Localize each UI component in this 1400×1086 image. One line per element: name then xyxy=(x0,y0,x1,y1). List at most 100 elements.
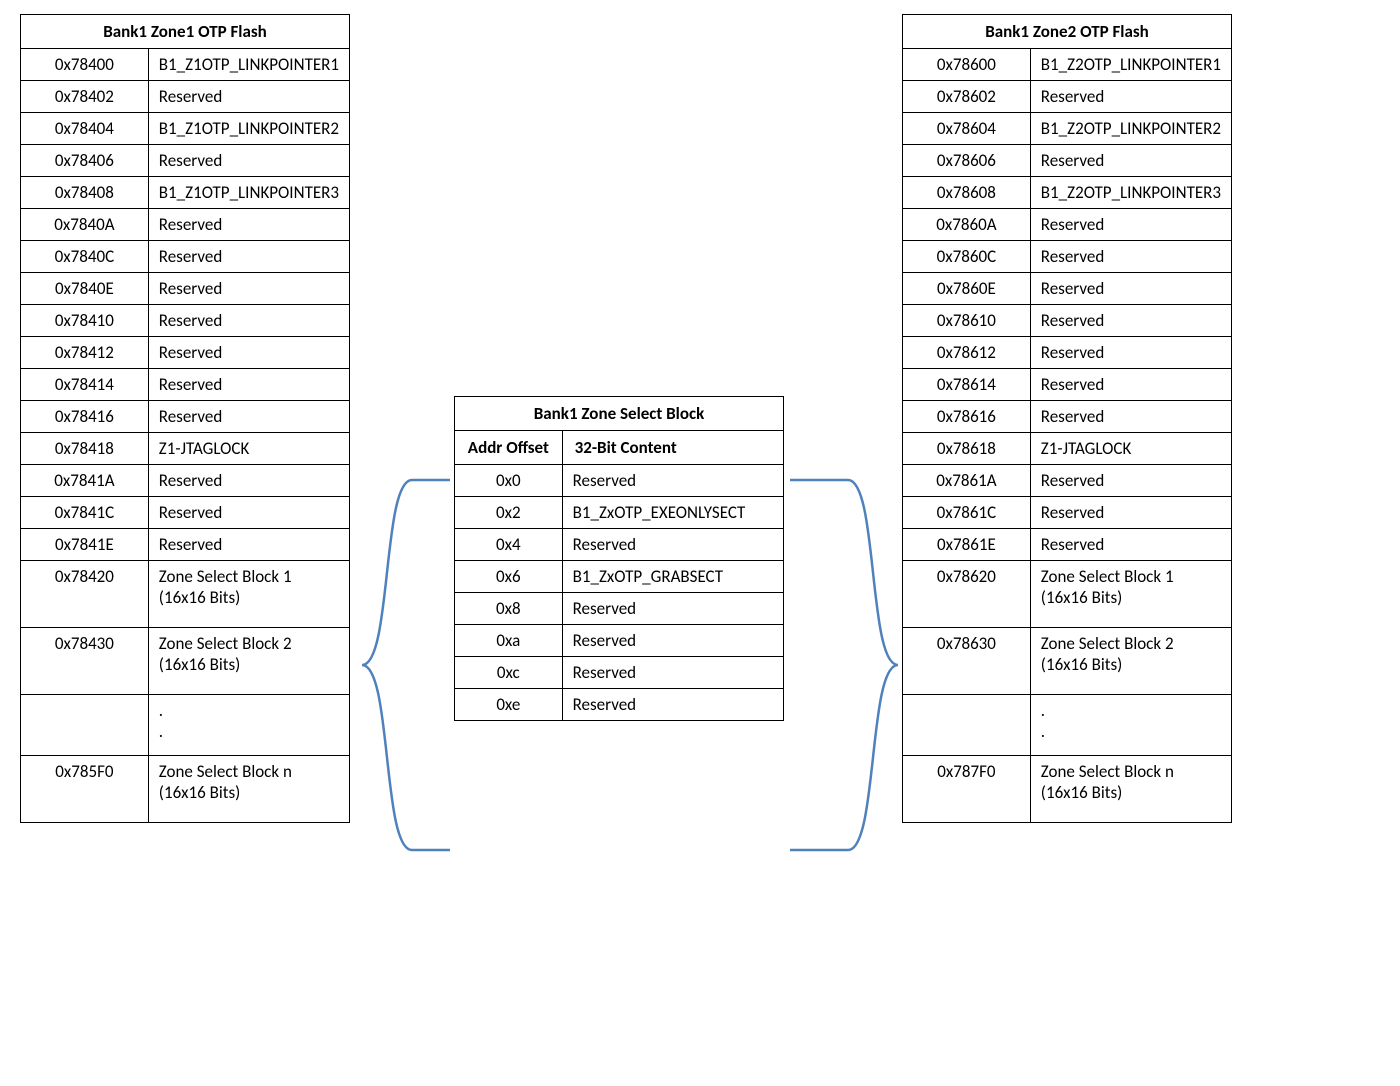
right-row-desc: B1_Z2OTP_LINKPOINTER3 xyxy=(1030,177,1231,209)
table-row: 0x78604B1_Z2OTP_LINKPOINTER2 xyxy=(903,113,1232,145)
left-row-desc: Reserved xyxy=(148,497,349,529)
right-brace-icon xyxy=(790,470,900,870)
table-row: 0x7860CReserved xyxy=(903,241,1232,273)
center-row-desc: B1_ZxOTP_EXEONLYSECT xyxy=(562,497,783,529)
left-row-desc: Reserved xyxy=(148,81,349,113)
right-row-desc: Reserved xyxy=(1030,145,1231,177)
right-row-addr: 0x78604 xyxy=(903,113,1031,145)
table-row: 0x78420Zone Select Block 1 (16x16 Bits) xyxy=(21,561,350,628)
right-row-addr: 0x7861E xyxy=(903,529,1031,561)
table-row: 0x7840AReserved xyxy=(21,209,350,241)
right-row-addr: 0x78612 xyxy=(903,337,1031,369)
right-row-desc: Reserved xyxy=(1030,401,1231,433)
table-row: 0x785F0Zone Select Block n (16x16 Bits) xyxy=(21,756,350,823)
right-row-addr: 0x78616 xyxy=(903,401,1031,433)
right-title: Bank1 Zone2 OTP Flash xyxy=(903,15,1232,49)
right-row-addr: 0x78614 xyxy=(903,369,1031,401)
right-row-desc: Reserved xyxy=(1030,337,1231,369)
table-row: 0x78620Zone Select Block 1 (16x16 Bits) xyxy=(903,561,1232,628)
right-row-desc: Reserved xyxy=(1030,209,1231,241)
table-row: 0x7840EReserved xyxy=(21,273,350,305)
left-row-addr: 0x78402 xyxy=(21,81,149,113)
right-row-addr: 0x78606 xyxy=(903,145,1031,177)
left-row-desc: Zone Select Block n (16x16 Bits) xyxy=(148,756,349,823)
table-row: 0x78618Z1-JTAGLOCK xyxy=(903,433,1232,465)
left-row-desc: Reserved xyxy=(148,273,349,305)
table-row: 0x78608B1_Z2OTP_LINKPOINTER3 xyxy=(903,177,1232,209)
left-row-addr: 0x7840A xyxy=(21,209,149,241)
table-row: 0x78404B1_Z1OTP_LINKPOINTER2 xyxy=(21,113,350,145)
left-title: Bank1 Zone1 OTP Flash xyxy=(21,15,350,49)
left-row-addr: 0x7840E xyxy=(21,273,149,305)
table-row: 0x78614Reserved xyxy=(903,369,1232,401)
left-row-addr: 0x7841E xyxy=(21,529,149,561)
table-row: 0x78602Reserved xyxy=(903,81,1232,113)
left-row-desc: Reserved xyxy=(148,337,349,369)
left-row-desc: Reserved xyxy=(148,401,349,433)
left-row-addr: 0x7840C xyxy=(21,241,149,273)
right-row-desc: Z1-JTAGLOCK xyxy=(1030,433,1231,465)
right-row-addr: 0x7860E xyxy=(903,273,1031,305)
right-row-addr xyxy=(903,695,1031,756)
table-row: 0x78600B1_Z2OTP_LINKPOINTER1 xyxy=(903,49,1232,81)
center-row-desc: Reserved xyxy=(562,657,783,689)
left-row-addr: 0x78400 xyxy=(21,49,149,81)
left-row-desc: Reserved xyxy=(148,305,349,337)
left-row-desc: Reserved xyxy=(148,465,349,497)
right-row-addr: 0x78630 xyxy=(903,628,1031,695)
left-row-desc: Reserved xyxy=(148,369,349,401)
left-row-addr: 0x78404 xyxy=(21,113,149,145)
table-row: 0x7840CReserved xyxy=(21,241,350,273)
right-row-addr: 0x7861C xyxy=(903,497,1031,529)
table-row: 0x787F0Zone Select Block n (16x16 Bits) xyxy=(903,756,1232,823)
table-row: 0x7841CReserved xyxy=(21,497,350,529)
table-row: 0x7861CReserved xyxy=(903,497,1232,529)
center-row-addr: 0x2 xyxy=(455,497,563,529)
right-row-desc: Reserved xyxy=(1030,273,1231,305)
right-row-desc: Zone Select Block 1 (16x16 Bits) xyxy=(1030,561,1231,628)
left-row-addr: 0x78418 xyxy=(21,433,149,465)
center-row-addr: 0xe xyxy=(455,689,563,721)
right-row-addr: 0x78608 xyxy=(903,177,1031,209)
right-row-desc: Reserved xyxy=(1030,497,1231,529)
left-row-desc: Reserved xyxy=(148,209,349,241)
bank1-zone-select-block-table: Bank1 Zone Select Block Addr Offset 32-B… xyxy=(454,396,784,721)
left-row-desc: Reserved xyxy=(148,145,349,177)
left-row-desc: Zone Select Block 1 (16x16 Bits) xyxy=(148,561,349,628)
center-row-desc: Reserved xyxy=(562,689,783,721)
table-row: 0x78416Reserved xyxy=(21,401,350,433)
table-row: . . xyxy=(21,695,350,756)
left-row-desc: . . xyxy=(148,695,349,756)
table-row: 0x8Reserved xyxy=(455,593,784,625)
left-row-addr xyxy=(21,695,149,756)
left-brace-icon xyxy=(362,470,452,870)
table-row: 0xcReserved xyxy=(455,657,784,689)
table-row: 0x78630Zone Select Block 2 (16x16 Bits) xyxy=(903,628,1232,695)
right-row-desc: Reserved xyxy=(1030,529,1231,561)
right-row-addr: 0x78620 xyxy=(903,561,1031,628)
left-row-desc: Reserved xyxy=(148,529,349,561)
left-row-addr: 0x78406 xyxy=(21,145,149,177)
center-h2: 32-Bit Content xyxy=(562,431,783,465)
center-row-addr: 0xc xyxy=(455,657,563,689)
left-row-desc: Z1-JTAGLOCK xyxy=(148,433,349,465)
left-row-addr: 0x78430 xyxy=(21,628,149,695)
left-row-desc: Reserved xyxy=(148,241,349,273)
bank1-zone1-otp-flash-table: Bank1 Zone1 OTP Flash 0x78400B1_Z1OTP_LI… xyxy=(20,14,350,823)
right-row-desc: Zone Select Block n (16x16 Bits) xyxy=(1030,756,1231,823)
left-row-addr: 0x78410 xyxy=(21,305,149,337)
center-h1: Addr Offset xyxy=(455,431,563,465)
left-row-addr: 0x7841C xyxy=(21,497,149,529)
left-row-addr: 0x78412 xyxy=(21,337,149,369)
table-row: 0x78430Zone Select Block 2 (16x16 Bits) xyxy=(21,628,350,695)
left-row-addr: 0x78408 xyxy=(21,177,149,209)
bank1-zone2-otp-flash-table: Bank1 Zone2 OTP Flash 0x78600B1_Z2OTP_LI… xyxy=(902,14,1232,823)
table-row: 0x78414Reserved xyxy=(21,369,350,401)
right-row-addr: 0x7860A xyxy=(903,209,1031,241)
right-row-desc: Reserved xyxy=(1030,465,1231,497)
table-row: 0x7860EReserved xyxy=(903,273,1232,305)
table-row: 0x78408B1_Z1OTP_LINKPOINTER3 xyxy=(21,177,350,209)
left-row-addr: 0x7841A xyxy=(21,465,149,497)
right-row-addr: 0x787F0 xyxy=(903,756,1031,823)
right-row-desc: Reserved xyxy=(1030,241,1231,273)
